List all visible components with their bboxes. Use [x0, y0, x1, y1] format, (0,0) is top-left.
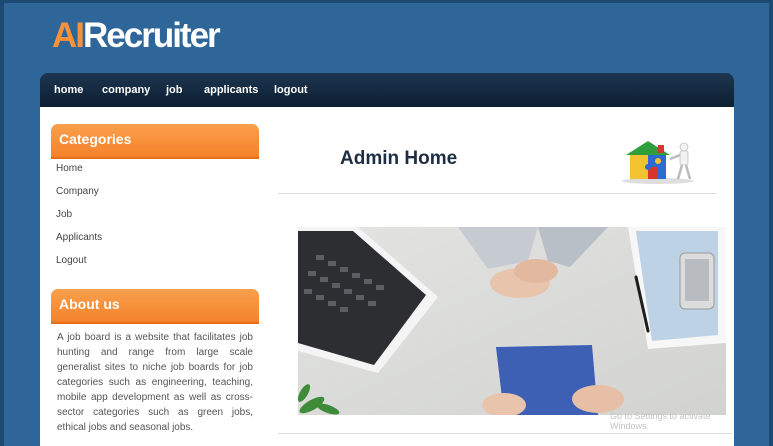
- categories-header: Categories: [51, 124, 259, 159]
- puzzle-house-icon: [622, 141, 694, 184]
- window-frame-left: [0, 0, 4, 446]
- about-header: About us: [51, 289, 259, 324]
- nav-home[interactable]: home: [54, 84, 83, 96]
- window-frame-right: [769, 0, 773, 446]
- title-divider: [278, 193, 716, 194]
- nav-applicants[interactable]: applicants: [204, 84, 258, 96]
- categories-list: Home Company Job Applicants Logout: [56, 162, 102, 277]
- page-title: Admin Home: [340, 148, 458, 169]
- category-logout[interactable]: Logout: [56, 254, 102, 277]
- site-logo[interactable]: AIRecruiter: [52, 14, 221, 58]
- category-job[interactable]: Job: [56, 208, 102, 231]
- category-home[interactable]: Home: [56, 162, 102, 185]
- category-company[interactable]: Company: [56, 185, 102, 208]
- nav-logout[interactable]: logout: [274, 84, 308, 96]
- logo-recruiter: Recruiter: [83, 16, 221, 55]
- about-text: A job board is a website that facilitate…: [57, 332, 253, 433]
- activate-windows-watermark: Go to Settings to activate Windows.: [610, 411, 711, 431]
- nav-job[interactable]: job: [166, 84, 183, 96]
- main-content: Categories Home Company Job Applicants L…: [40, 107, 734, 446]
- category-applicants[interactable]: Applicants: [56, 231, 102, 254]
- top-navbar: home company job applicants logout: [40, 73, 734, 107]
- nav-company[interactable]: company: [102, 84, 150, 96]
- window-frame-top: [0, 0, 773, 3]
- desk-laptop-photo: [298, 227, 726, 415]
- logo-ai: AI: [52, 16, 85, 55]
- bottom-divider: [278, 433, 732, 434]
